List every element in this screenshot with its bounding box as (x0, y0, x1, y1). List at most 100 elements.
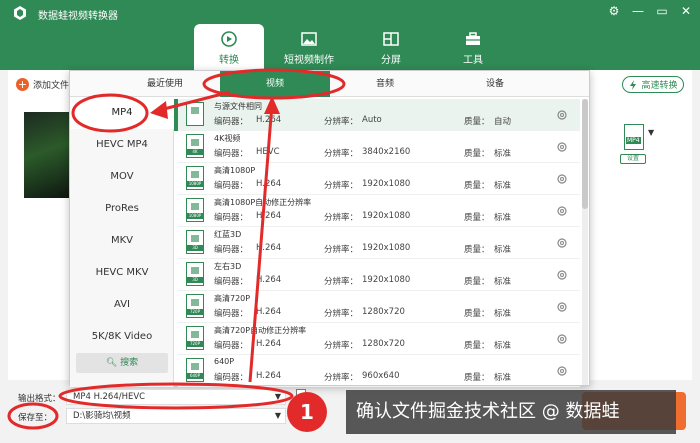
film-icon (191, 139, 199, 146)
nav-tab-label: 工具 (463, 55, 483, 66)
lightning-icon (630, 79, 637, 90)
category-5k-8k[interactable]: 5K/8K Video (70, 321, 174, 353)
preset-name: 红蓝3D (214, 230, 242, 239)
preset-name: 高清1080P自动修正分辨率 (214, 198, 312, 207)
settings-icon[interactable]: ⚙ (606, 4, 622, 18)
gear-icon[interactable] (556, 301, 568, 313)
chevron-down-icon[interactable]: ▼ (648, 128, 654, 137)
preset-row[interactable]: 1080P 高清1080P自动修正分辨率 编码器： H.264 分辨率： 1920x108… (178, 195, 580, 227)
film-icon (191, 235, 199, 242)
search-button[interactable]: 🔍︎ 搜索 (76, 353, 168, 373)
output-settings-button[interactable]: 设置 (620, 154, 646, 164)
resolution-value: 1920x1080 (362, 275, 411, 285)
step-badge: 1 (287, 392, 327, 432)
nav-tab-split-screen[interactable]: 分屏 (356, 24, 426, 70)
quality-label: 质量： (464, 309, 490, 319)
chevron-down-icon: ▼ (274, 411, 281, 420)
nav-tab-short-video[interactable]: 短视频制作 (274, 24, 344, 70)
gear-icon[interactable] (556, 269, 568, 281)
resolution-label: 分辨率： (324, 373, 359, 383)
encoder-value: H.264 (256, 307, 282, 317)
quality-label: 质量： (464, 341, 490, 351)
gear-icon[interactable] (556, 365, 568, 377)
category-hevc-mp4[interactable]: HEVC MP4 (70, 129, 174, 161)
convert-icon (221, 31, 237, 47)
nav-tab-tools[interactable]: 工具 (438, 24, 508, 70)
preset-tag: 1080P (187, 213, 203, 219)
video-thumbnail[interactable] (24, 112, 74, 198)
output-format-tag: MP4 (626, 137, 641, 144)
tab-device[interactable]: 设备 (440, 71, 550, 97)
app-logo-icon (14, 6, 26, 20)
encoder-label: 编码器： (214, 309, 249, 319)
scroll-thumb[interactable] (582, 99, 588, 209)
encoder-label: 编码器： (214, 213, 249, 223)
category-mkv[interactable]: MKV (70, 225, 174, 257)
preset-row[interactable]: 720P 高清720P 编码器： H.264 分辨率： 1280x720 质量： 标准 (178, 291, 580, 323)
preset-tag: 640P (187, 373, 203, 379)
resolution-label: 分辨率： (324, 117, 359, 127)
quality-label: 质量： (464, 117, 490, 127)
close-icon[interactable]: ✕ (678, 4, 694, 18)
gear-icon[interactable] (556, 333, 568, 345)
encoder-value: H.264 (256, 243, 282, 253)
preset-row[interactable]: 4K 4K视频 编码器： HEVC 分辨率： 3840x2160 质量： 标准 (178, 131, 580, 163)
video-file-icon: 4K (186, 134, 204, 158)
gear-icon[interactable] (556, 109, 568, 121)
resolution-value: Auto (362, 115, 382, 125)
scrollbar[interactable] (582, 99, 588, 385)
gear-icon[interactable] (556, 205, 568, 217)
add-file-button[interactable]: + 添加文件 (16, 78, 69, 91)
resolution-label: 分辨率： (324, 181, 359, 191)
nav-tab-label: 转换 (219, 55, 239, 66)
output-format-select[interactable]: MP4 H.264/HEVC ▼ (66, 389, 286, 405)
category-prores[interactable]: ProRes (70, 193, 174, 225)
preset-row[interactable]: 720P 高清720P自动修正分辨率 编码器： H.264 分辨率： 1280x720 质量… (178, 323, 580, 355)
video-file-icon: 3D (186, 262, 204, 286)
preset-row[interactable]: 640P 640P 编码器： H.264 分辨率： 960x640 质量： 标准 (178, 355, 580, 387)
preset-name: 高清720P (214, 294, 251, 303)
encoder-label: 编码器： (214, 245, 249, 255)
category-mp4[interactable]: MP4 (70, 97, 174, 129)
gear-icon[interactable] (556, 173, 568, 185)
category-mov[interactable]: MOV (70, 161, 174, 193)
resolution-label: 分辨率： (324, 277, 359, 287)
tab-video[interactable]: 视频 (220, 71, 330, 97)
save-path-select[interactable]: D:\影骑均\视频 ▼ (66, 408, 286, 424)
quality-value: 标准 (494, 373, 512, 383)
popup-tabs: 最近使用 视频 音频 设备 (70, 71, 589, 97)
preset-tag: 1080P (187, 181, 203, 187)
output-format-value: MP4 H.264/HEVC (73, 392, 146, 402)
nav-tab-label: 分屏 (381, 55, 401, 66)
quality-label: 质量： (464, 213, 490, 223)
resolution-value: 3840x2160 (362, 147, 411, 157)
encoder-value: H.264 (256, 371, 282, 381)
quality-value: 标准 (494, 277, 512, 287)
tab-recent[interactable]: 最近使用 (110, 71, 220, 97)
add-file-label: 添加文件 (33, 81, 70, 91)
nav-tab-convert[interactable]: 转换 (194, 24, 264, 70)
gear-icon[interactable] (556, 237, 568, 249)
maximize-icon[interactable]: ▭ (654, 4, 670, 18)
high-speed-button[interactable]: 高速转换 (622, 76, 684, 93)
category-hevc-mkv[interactable]: HEVC MKV (70, 257, 174, 289)
preset-row[interactable]: 3D 左右3D 编码器： H.264 分辨率： 1920x1080 质量： 标准 (178, 259, 580, 291)
resolution-value: 1280x720 (362, 339, 405, 349)
gear-icon[interactable] (556, 141, 568, 153)
preset-name: 与源文件相同 (214, 102, 262, 111)
film-icon (191, 267, 199, 274)
resolution-value: 960x640 (362, 371, 400, 381)
minimize-icon[interactable]: — (630, 4, 646, 18)
output-format-icon[interactable]: MP4 (624, 124, 644, 150)
preset-row[interactable]: 1080P 高清1080P 编码器： H.264 分辨率： 1920x1080 质量： 标准 (178, 163, 580, 195)
high-speed-label: 高速转换 (641, 81, 678, 91)
encoder-value: H.264 (256, 211, 282, 221)
preset-row[interactable]: 3D 红蓝3D 编码器： H.264 分辨率： 1920x1080 质量： 标准 (178, 227, 580, 259)
preset-row[interactable]: 与源文件相同 编码器： H.264 分辨率： Auto 质量： 自动 (178, 99, 580, 131)
app-title: 数据蛙视频转换器 (38, 11, 118, 22)
category-avi[interactable]: AVI (70, 289, 174, 321)
tab-audio[interactable]: 音频 (330, 71, 440, 97)
quality-value: 标准 (494, 149, 512, 159)
video-file-icon: 640P (186, 358, 204, 382)
resolution-label: 分辨率： (324, 245, 359, 255)
